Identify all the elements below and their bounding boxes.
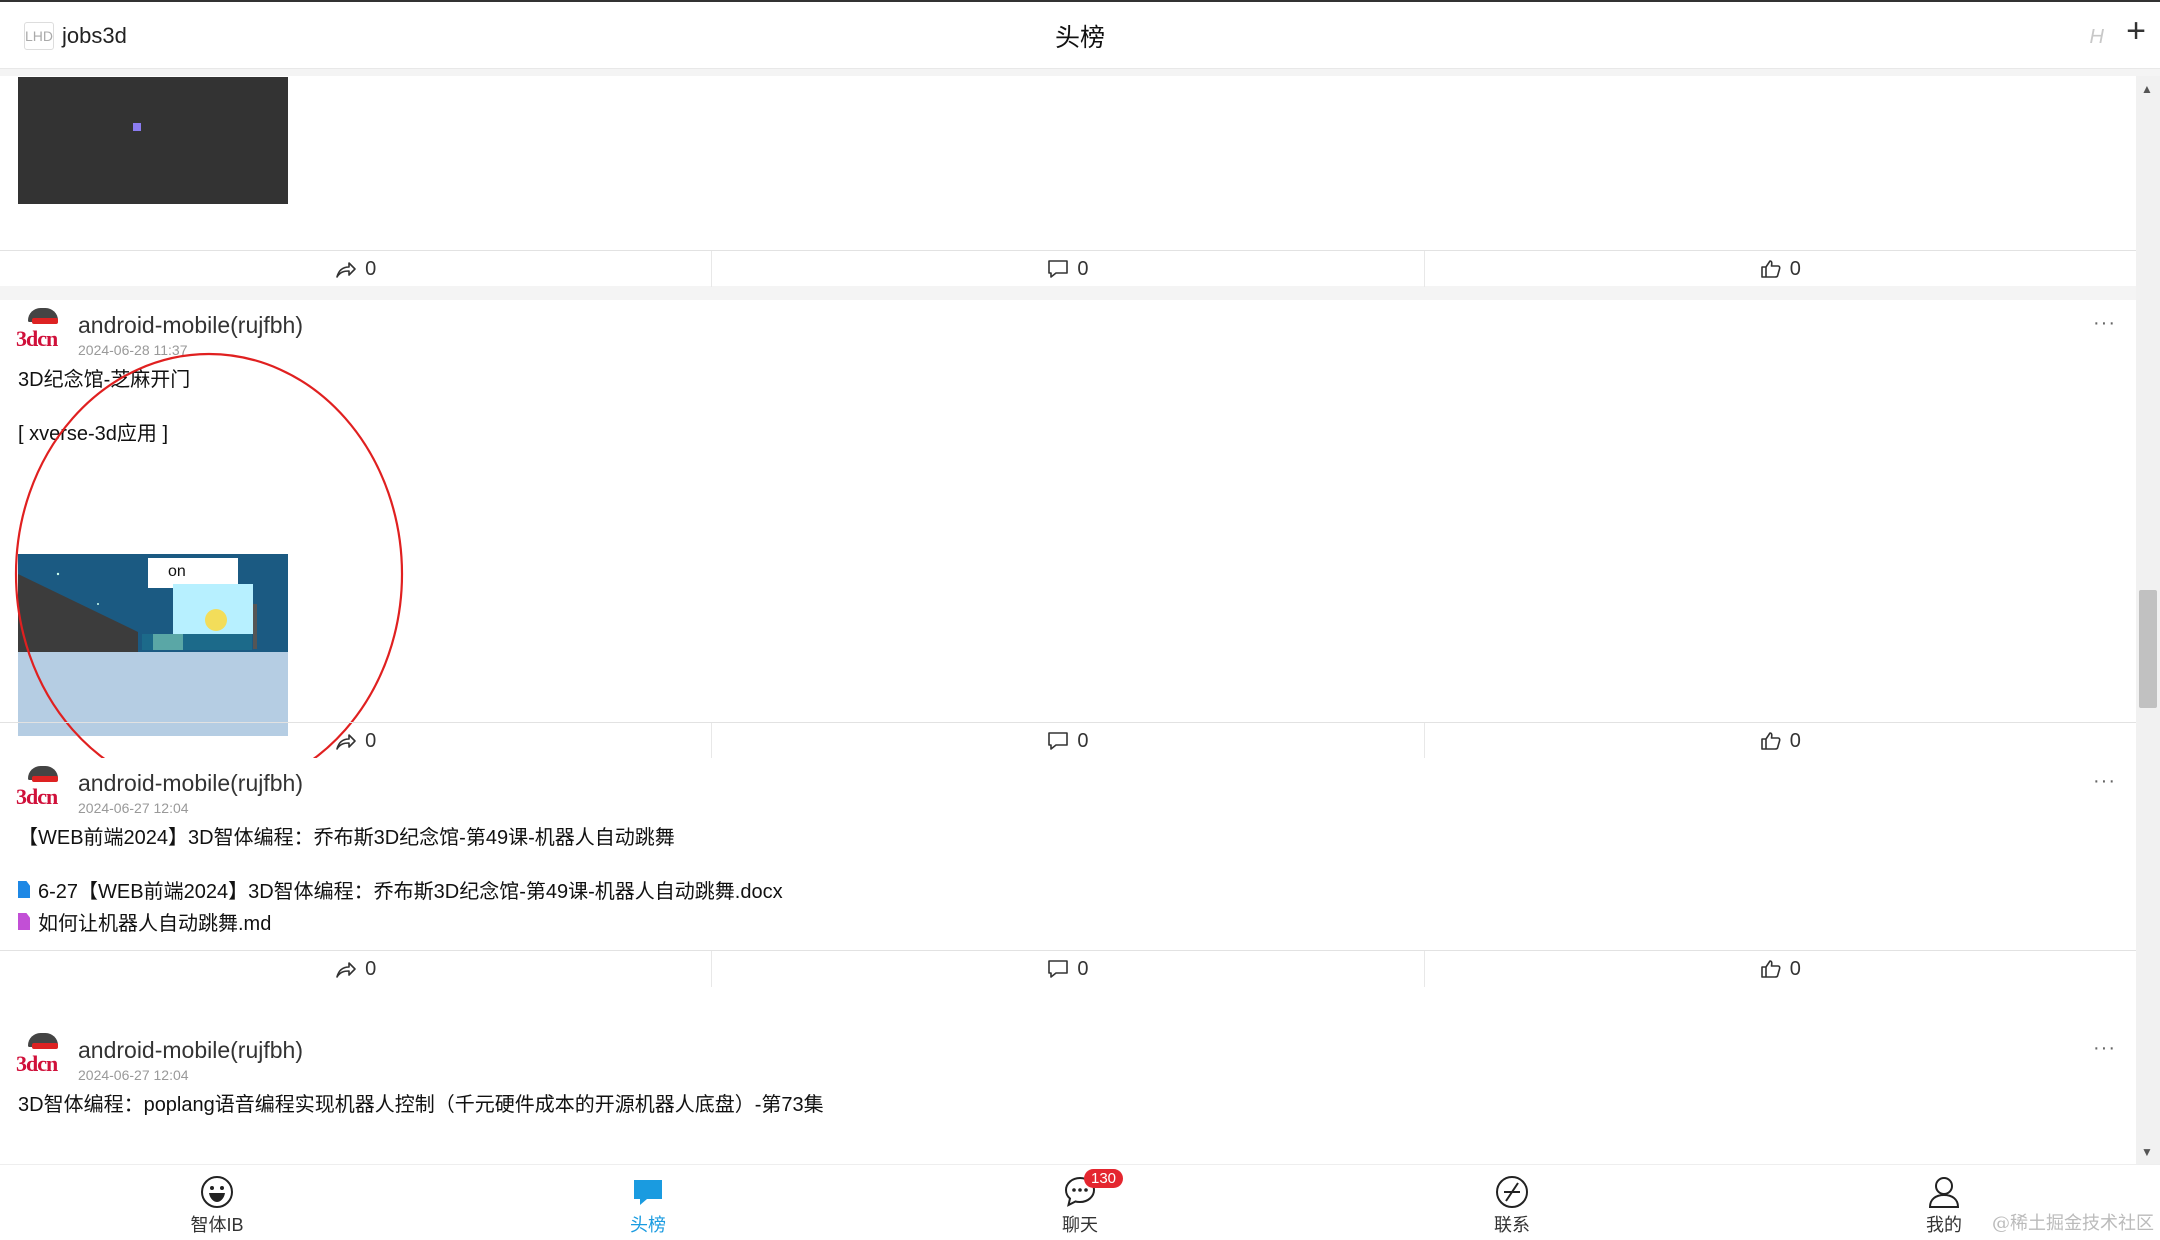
tab-chat[interactable]: 130 聊天 (1010, 1169, 1150, 1237)
page-title: 头榜 (1054, 24, 1105, 52)
scrollbar-thumb[interactable] (2139, 590, 2157, 708)
h-icon[interactable]: H (2090, 26, 2104, 49)
scroll-down-arrow-icon[interactable]: ▼ (2141, 1145, 2153, 1159)
unread-badge: 130 (1084, 1169, 1124, 1188)
scroll-up-arrow-icon[interactable]: ▲ (2141, 82, 2153, 96)
share-icon (336, 734, 356, 750)
attachment-link[interactable]: 如何让机器人自动跳舞.md (18, 907, 271, 936)
share-count: 0 (365, 957, 377, 980)
attachment-link[interactable]: 6-27【WEB前端2024】3D智体编程：乔布斯3D纪念馆-第49课-机器人自… (18, 875, 783, 904)
feed-list[interactable]: 0 0 0 3dcn android-mobile(rujfbh) 2024-0… (0, 76, 2136, 1164)
post-actions: 0 0 0 (0, 951, 2136, 987)
comment-icon (1048, 732, 1069, 750)
comment-action[interactable]: 0 (711, 723, 1423, 759)
more-options-icon[interactable]: ··· (2093, 1037, 2116, 1060)
avatar-logo: 3dcn (16, 326, 58, 351)
share-count: 0 (365, 257, 377, 280)
tab-label: 我的 (1926, 1215, 1962, 1235)
tab-contacts[interactable]: 联系 (1442, 1175, 1582, 1237)
comment-icon (1048, 260, 1069, 278)
post-author[interactable]: android-mobile(rujfbh) (78, 770, 303, 797)
thumbs-up-icon (1760, 260, 1781, 278)
share-icon (336, 262, 356, 278)
comment-action[interactable]: 0 (711, 951, 1423, 987)
post-author[interactable]: android-mobile(rujfbh) (78, 1037, 303, 1064)
avatar[interactable]: 3dcn (16, 306, 66, 356)
post-author[interactable]: android-mobile(rujfbh) (78, 312, 303, 339)
post-image[interactable] (18, 77, 288, 204)
compass-icon (1496, 1176, 1528, 1208)
share-icon (336, 962, 356, 978)
post-text: 【WEB前端2024】3D智体编程：乔布斯3D纪念馆-第49课-机器人自动跳舞 (18, 827, 675, 849)
share-action[interactable]: 0 (0, 723, 711, 759)
feed-post: 3dcn android-mobile(rujfbh) 2024-06-27 1… (0, 1025, 2136, 1164)
post-actions: 0 0 0 (0, 723, 2136, 759)
like-action[interactable]: 0 (1423, 251, 2136, 287)
like-action[interactable]: 0 (1423, 951, 2136, 987)
like-count: 0 (1789, 257, 1801, 280)
tab-label: 头榜 (630, 1215, 666, 1235)
tab-toubang[interactable]: 头榜 (578, 1175, 718, 1237)
like-count: 0 (1789, 957, 1801, 980)
comment-action[interactable]: 0 (711, 251, 1423, 287)
share-count: 0 (365, 729, 377, 752)
watermark: @稀土掘金技术社区 (1992, 1213, 2154, 1234)
file-icon (18, 881, 30, 898)
avatar[interactable]: 3dcn (16, 764, 66, 814)
feed-post: 3dcn android-mobile(rujfbh) 2024-06-28 1… (0, 300, 2136, 796)
user-icon (1928, 1177, 1960, 1208)
post-date: 2024-06-27 12:04 (78, 1067, 189, 1083)
comment-icon (1048, 960, 1069, 978)
smiley-icon (201, 1176, 233, 1208)
avatar-cap-band (32, 318, 58, 324)
header-bar: LHD jobs3d 头榜 H + (0, 2, 2160, 69)
tab-label: 聊天 (1062, 1215, 1098, 1235)
feed-post: 0 0 0 (0, 76, 2136, 287)
add-button[interactable]: + (2126, 14, 2146, 48)
post-text: 3D智体编程：poplang语音编程实现机器人控制（千元硬件成本的开源机器人底盘… (18, 1094, 824, 1116)
like-action[interactable]: 0 (1423, 723, 2136, 759)
share-action[interactable]: 0 (0, 251, 711, 287)
thumbs-up-icon (1760, 960, 1781, 978)
comment-count: 0 (1077, 729, 1089, 752)
more-options-icon[interactable]: ··· (2093, 312, 2116, 335)
attachment-name: 如何让机器人自动跳舞.md (38, 913, 272, 935)
tab-label: 联系 (1494, 1215, 1530, 1235)
post-actions: 0 0 0 (0, 251, 2136, 287)
avatar-logo: 3dcn (16, 784, 58, 809)
comment-count: 0 (1077, 957, 1089, 980)
avatar-cap-band (32, 776, 58, 782)
more-options-icon[interactable]: ··· (2093, 770, 2116, 793)
attachment-name: 6-27【WEB前端2024】3D智体编程：乔布斯3D纪念馆-第49课-机器人自… (38, 881, 783, 903)
chat-bubble-icon (634, 1180, 662, 1205)
feed-post: 3dcn android-mobile(rujfbh) 2024-06-27 1… (0, 758, 2136, 1026)
image-dot (133, 123, 141, 131)
tab-label: 智体IB (190, 1215, 244, 1235)
comment-count: 0 (1077, 257, 1089, 280)
like-count: 0 (1789, 729, 1801, 752)
share-action[interactable]: 0 (0, 951, 711, 987)
avatar-cap-band (32, 1043, 58, 1049)
tab-zhiti-ib[interactable]: 智体IB (147, 1175, 287, 1237)
bottom-tab-bar: 智体IB 头榜 130 聊天 联系 我的 (0, 1164, 2160, 1240)
thumbs-up-icon (1760, 732, 1781, 750)
file-icon (18, 913, 30, 930)
avatar[interactable]: 3dcn (16, 1031, 66, 1081)
post-date: 2024-06-27 12:04 (78, 800, 189, 816)
avatar-logo: 3dcn (16, 1051, 58, 1076)
